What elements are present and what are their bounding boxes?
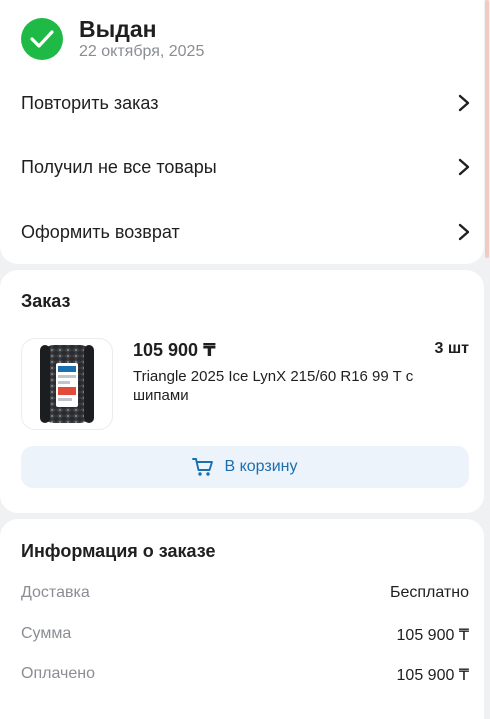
info-row-sum: Сумма 105 900 ₸ xyxy=(21,625,469,645)
product-quantity: 3 шт xyxy=(434,340,469,357)
info-value: 105 900 ₸ xyxy=(396,667,469,684)
order-card: Заказ 105 900 ₸ 3 шт Triangle 2025 Ice L… xyxy=(0,270,484,513)
repeat-order-label: Повторить заказ xyxy=(21,92,159,113)
order-status-card: Выдан 22 октября, 2025 Повторить заказ П… xyxy=(0,0,484,264)
missing-items-label: Получил не все товары xyxy=(21,156,217,177)
product-price: 105 900 ₸ xyxy=(133,340,216,360)
status-title: Выдан xyxy=(79,16,157,42)
check-icon xyxy=(21,17,63,60)
add-to-cart-label: В корзину xyxy=(224,458,298,475)
repeat-order-row[interactable]: Повторить заказ xyxy=(21,88,471,118)
cart-icon xyxy=(192,458,214,476)
info-value: 105 900 ₸ xyxy=(396,627,469,644)
info-value: Бесплатно xyxy=(389,584,469,601)
info-row-paid: Оплачено 105 900 ₸ xyxy=(21,665,469,685)
info-label: Доставка xyxy=(21,584,90,601)
info-label: Оплачено xyxy=(21,665,95,682)
info-row-delivery: Доставка Бесплатно xyxy=(21,584,469,602)
order-section-title: Заказ xyxy=(21,291,71,311)
order-info-card: Информация о заказе Доставка Бесплатно С… xyxy=(0,519,484,719)
chevron-right-icon xyxy=(458,94,470,112)
chevron-right-icon xyxy=(458,158,470,176)
product-name[interactable]: Triangle 2025 Ice LynX 215/60 R16 99 T с… xyxy=(133,367,453,405)
chevron-right-icon xyxy=(458,223,470,241)
return-order-row[interactable]: Оформить возврат xyxy=(21,217,471,247)
status-date: 22 октября, 2025 xyxy=(79,43,205,60)
tire-image[interactable] xyxy=(21,338,113,430)
add-to-cart-button[interactable]: В корзину xyxy=(21,446,469,488)
return-order-label: Оформить возврат xyxy=(21,221,180,242)
order-info-title: Информация о заказе xyxy=(21,541,216,561)
scrollbar-thumb[interactable] xyxy=(485,0,489,258)
missing-items-row[interactable]: Получил не все товары xyxy=(21,152,471,182)
status-header: Выдан 22 октября, 2025 xyxy=(21,16,204,61)
info-label: Сумма xyxy=(21,625,72,642)
